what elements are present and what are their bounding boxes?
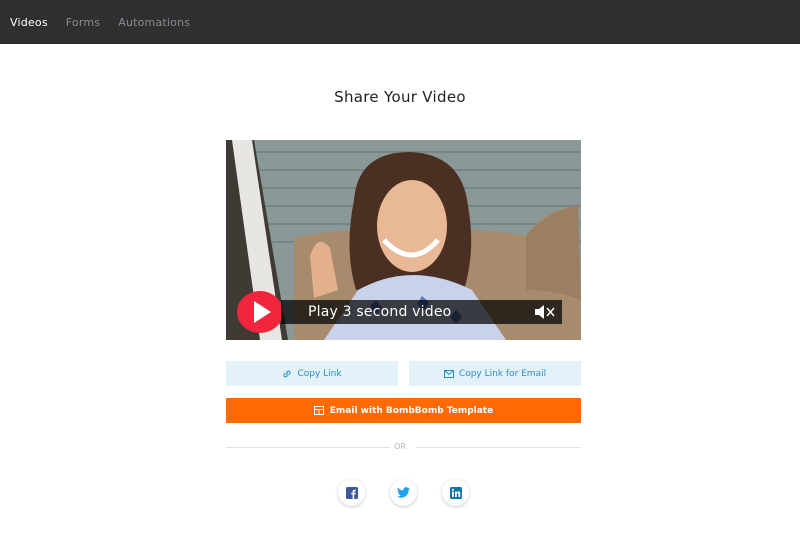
facebook-icon [345,486,358,499]
play-button[interactable] [237,291,283,333]
page-title: Share Your Video [334,88,466,106]
email-template-button[interactable]: Email with BombBomb Template [226,398,581,423]
play-label: Play 3 second video [308,304,452,320]
share-facebook-button[interactable] [338,479,365,506]
nav-item-automations[interactable]: Automations [118,16,190,29]
copy-link-email-button[interactable]: Copy Link for Email [409,361,581,386]
mute-icon[interactable] [534,304,556,320]
twitter-icon [397,487,410,498]
copy-link-button[interactable]: Copy Link [226,361,398,386]
share-linkedin-button[interactable] [442,479,469,506]
top-nav-bar: Videos Forms Automations [0,0,800,44]
nav-item-videos[interactable]: Videos [10,16,48,29]
or-label: OR [394,442,406,451]
copy-link-label: Copy Link [297,368,342,379]
link-icon [283,370,292,377]
copy-link-email-label: Copy Link for Email [458,368,547,379]
envelope-icon [443,369,454,378]
email-template-label: Email with BombBomb Template [329,405,494,416]
play-bar[interactable]: Play 3 second video [281,300,562,324]
share-twitter-button[interactable] [390,479,417,506]
template-icon [313,406,324,415]
linkedin-icon [449,486,462,499]
nav-item-forms[interactable]: Forms [66,16,100,29]
